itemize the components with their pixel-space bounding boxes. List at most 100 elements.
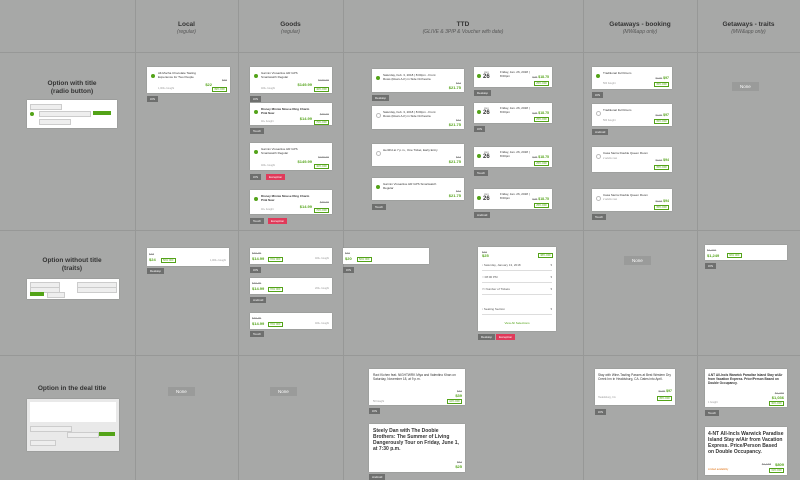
price: $21.75 [448,159,461,164]
original-price: $149 [658,389,666,393]
column-divider [343,0,344,480]
original-price: $149 [655,76,663,80]
deal-title: Stay with Wine-Tasting Passes at Best We… [598,373,671,381]
date-block: Jan 26 [483,107,490,117]
original-price: $144 [655,199,663,203]
trait-option-card[interactable]: $48 $24 50% OFF 1,000+ bought [147,248,229,266]
option-title: Friday, Jan. 26, 2018 | 8:00pm [500,192,530,200]
discount-badge: 70% OFF [314,120,329,125]
original-price: $40 [345,251,351,255]
original-price: $36 [221,78,227,82]
price: $25 [482,253,489,258]
thumbnail-button [30,292,44,296]
room-option-card[interactable]: Traditional Full Room $149 $97 500 bough… [592,67,672,89]
tickets-select[interactable]: ▭ Number of Tickets ▾ [482,285,552,295]
option-title: Disney Minnie Mouse Ring Charm Pink New [261,194,310,202]
column-divider [135,0,136,480]
option-title: Disney Minnie Mouse Ring Charm Pink New [261,107,310,115]
exception-tag: Exception [268,218,288,224]
option-title: Casa Sierra Double Queen Room [603,193,648,197]
deal-title-card[interactable]: Steely Dan with The Doobie Brothers: The… [369,424,465,472]
date-option-card[interactable]: Jan 26 Friday, Jan. 26, 2018 | 8:00pm $25… [474,147,552,167]
option-title: Hertfrid at 7 p.m., One Ticket, Early En… [383,148,438,152]
none-label: None [732,82,759,91]
deal-title-card[interactable]: Ravi Kichen feat. NIGHTWRK Miya and Vale… [369,369,465,405]
bought-count: 500 bought [603,82,616,85]
price: $39 [455,393,462,398]
seating-select[interactable]: ▫ Seating Section ▾ [482,305,552,315]
discount-badge: 50% OFF [357,257,372,262]
deal-title: 4-NT All-Incls Warwick Paradise Island S… [708,431,784,455]
trait-option-card[interactable]: $40 $20 50% OFF [343,248,429,264]
bought-count: 400+ bought [315,322,329,325]
radio-unselected-icon [596,111,601,116]
trait-option-card[interactable]: $49.99 $14.99 70% OFF 200+ bought [250,278,332,294]
deal-option-card[interactable]: Saturday, Feb. 3, 2018 | 8:00pm - Front … [372,106,464,129]
price-line: $25 $18.75 [532,111,549,115]
date-option-card[interactable]: Jan 26 Friday, Jan. 26, 2018 | 8:00pm $25… [474,189,552,209]
platform-tag: Desktop [478,334,496,340]
platform-tag: Desktop [147,268,165,274]
original-price: $144 [655,158,663,162]
deal-option-card[interactable]: Hertfrid at 7 p.m., One Ticket, Early En… [372,144,464,166]
price: $14.99 [299,204,312,209]
chevron-down-icon: ▾ [550,263,552,267]
original-price: $49.99 [319,112,329,116]
price: $97 [663,113,669,117]
option-title: Garmin Vivoactive HR GPS Smartwatch Regu… [261,147,298,155]
bought-count: 50 bought [373,400,385,403]
thumbnail-field [30,426,72,432]
original-price: $1,168 [761,462,771,466]
price-line: $144 $94 [655,199,669,203]
original-price: $49.99 [252,251,262,255]
deal-title-card[interactable]: Stay with Wine-Tasting Passes at Best We… [595,369,675,405]
price: $809 [775,462,784,467]
trait-option-card[interactable]: $1,772 $1,249 30% OFF [705,245,787,260]
date-option-card[interactable]: Jan 26 Friday, Jan. 26, 2018 | 8:00pm $25… [474,103,552,123]
deal-option-card[interactable]: Disney Minnie Mouse Ring Charm Pink New … [250,190,332,214]
room-option-card[interactable]: Casa Sierra Double Queen Room 2 adults m… [592,147,672,172]
price-line: $149 $97 [658,389,672,393]
room-option-card[interactable]: Traditional Full Room $149 $97 500 bough… [592,104,672,126]
discount-badge: 25% OFF [534,203,549,208]
deal-option-card[interactable]: Garmin Vivoactive HR GPS Smartwatch Regu… [250,143,332,170]
date-block: Jan 26 [483,193,490,203]
room-details: 2 adults max [603,198,618,201]
deal-option-card[interactable]: Garmin Vivoactive HR GPS Smartwatch Regu… [250,67,332,93]
column-subtitle: (MW&app only) [731,29,766,35]
deal-title-card[interactable]: 4-NT All-Incls Warwick Paradise Island S… [705,427,787,475]
time-select[interactable]: ○ 08:00 PM ▾ [482,273,552,283]
thumbnail-button [99,432,115,436]
original-price: $49.99 [319,200,329,204]
deal-title-card[interactable]: 4-NT All-Incls Warwick Paradise Island S… [705,369,787,407]
none-label: None [168,387,195,396]
deal-option-card[interactable]: Garmin Vivoactive HR GPS Smartwatch Regu… [372,178,464,200]
price: $94 [663,158,669,162]
option-title: Garmin Vivoactive HR GPS Smartwatch Regu… [383,182,437,190]
deal-option-card[interactable]: Disney Minnie Mouse Ring Charm Pink New … [250,103,332,125]
original-price: $49.99 [252,281,262,285]
day-label: 26 [483,74,490,80]
price: $14.99 [299,116,312,121]
deal-option-card[interactable]: All-Mocha Chocolate Tasting Experience f… [147,67,230,93]
column-title: TTD [456,21,470,28]
price: $14.99 [252,256,265,261]
discount-badge: 70% OFF [268,287,283,292]
trait-option-card[interactable]: $49.99 $14.99 70% OFF 400+ bought [250,248,332,264]
trait-option-card[interactable]: $49.99 $14.99 70% OFF 400+ bought [250,313,332,329]
view-all-selections-link[interactable]: View All Selections [478,321,556,325]
price: $18.75 [538,75,549,79]
price-line: $25 $18.75 [532,155,549,159]
deal-option-card[interactable]: Saturday, Feb. 3, 2018 | 8:00pm - Front … [372,69,464,92]
room-option-card[interactable]: Casa Sierra Double Queen Room 2 adults m… [592,189,672,211]
discount-badge: 50% OFF [161,258,176,263]
chevron-down-icon: ▾ [550,275,552,279]
bought-count: 400+ bought [315,257,329,260]
date-option-card[interactable]: Jan 26 Friday, Jan. 26, 2018 | 8:00pm $25… [474,67,552,87]
date-value: Saturday, January 13, 2018 [483,263,521,267]
discount-badge: 38% OFF [538,253,553,258]
date-select[interactable]: ▫ Saturday, January 13, 2018 ▾ [482,261,552,271]
platform-tag: Desktop [474,90,492,96]
price: $18.75 [538,111,549,115]
platform-tag: iOS [250,96,262,102]
